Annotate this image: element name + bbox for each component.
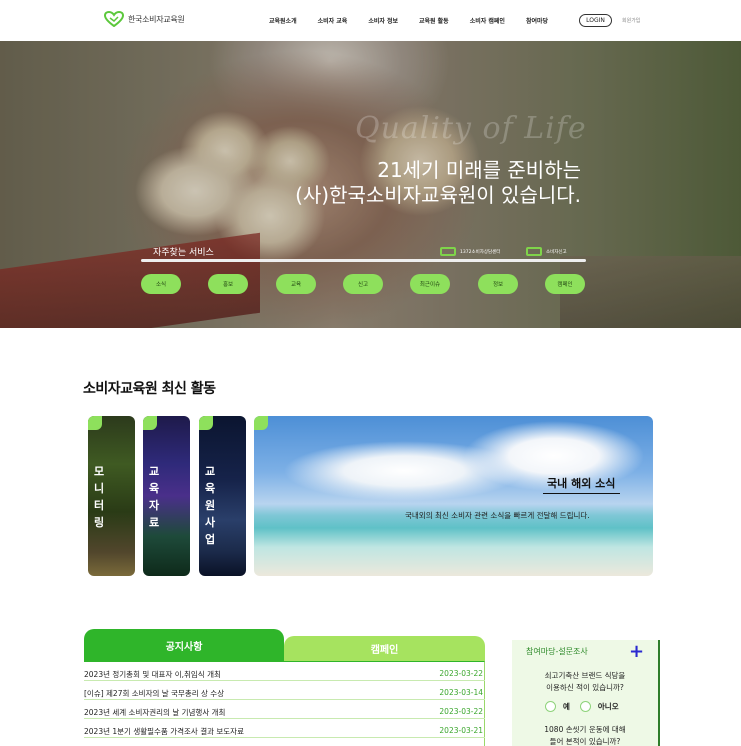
site-header: 한국소비자교육원 교육원소개 소비자 교육 소비자 정보 교육원 활동 소비자 …: [0, 0, 741, 41]
tag-icon: [526, 247, 542, 256]
option-yes-label: 예: [563, 702, 570, 711]
heart-logo-icon: [104, 11, 124, 27]
notice-title: 2023년 정기총회 및 대표자 이,취임식 개최: [84, 670, 221, 679]
card-corner-tab: [254, 416, 268, 430]
activity-card-projects[interactable]: 교육원사업: [199, 416, 246, 576]
login-button[interactable]: LOGIN: [579, 14, 612, 27]
card-label: 교육원사업: [204, 465, 216, 546]
quick-button-promo[interactable]: 홍보: [208, 274, 248, 294]
survey-question-1-line2: 이용하신 적이 있습니까?: [546, 683, 624, 692]
card-corner-tab: [88, 416, 102, 430]
nav-item-education[interactable]: 소비자 교육: [318, 16, 348, 25]
survey-question-2-line2: 들어 본적이 있습니까?: [549, 737, 621, 746]
survey-question-2: 1080 손씻기 운동에 대해 들어 본적이 있습니까?: [512, 724, 658, 746]
site-logo[interactable]: 한국소비자교육원: [104, 11, 185, 27]
join-link[interactable]: 회원가입: [622, 17, 640, 24]
card-label: 교육자료: [148, 465, 160, 529]
logo-text: 한국소비자교육원: [128, 14, 185, 24]
quick-button-education[interactable]: 교육: [276, 274, 316, 294]
list-item[interactable]: 2023년 정기총회 및 대표자 이,취임식 개최 2023-03-22: [84, 662, 485, 681]
quick-button-info[interactable]: 정보: [478, 274, 518, 294]
quick-button-campaign[interactable]: 캠페인: [545, 274, 585, 294]
tab-notices[interactable]: 공지사항: [84, 629, 284, 661]
nav-item-about[interactable]: 교육원소개: [269, 16, 297, 25]
radio-no[interactable]: [579, 701, 591, 712]
notice-title: 2023년 세계 소비자권리의 날 기념행사 개최: [84, 708, 226, 717]
featured-underline: [543, 493, 620, 494]
nav-item-activities[interactable]: 교육원 활동: [419, 16, 449, 25]
survey-title: 참여마당-설문조사: [526, 647, 588, 656]
notice-date: 2023-03-14: [439, 688, 483, 697]
link-consumer-center[interactable]: 1372소비자상담센터: [440, 247, 500, 256]
featured-description: 국내외의 최신 소비자 관련 소식을 빠르게 전달해 드립니다.: [405, 511, 590, 520]
services-divider: [141, 259, 586, 262]
link-consumer-report[interactable]: 소비자신고: [526, 247, 567, 256]
nav-item-info[interactable]: 소비자 정보: [368, 16, 398, 25]
notice-title: 2023년 1분기 생활필수품 가격조사 결과 보도자료: [84, 727, 244, 736]
tab-campaign[interactable]: 캠페인: [284, 636, 485, 661]
activity-section-title: 소비자교육원 최신 활동: [83, 381, 216, 397]
quick-button-news[interactable]: 소식: [141, 274, 181, 294]
survey-question-2-line1: 1080 손씻기 운동에 대해: [544, 725, 626, 734]
hero-title-line2: (사)한국소비자교육원이 있습니다.: [295, 183, 581, 207]
list-item[interactable]: [이슈] 제27회 소비자의 날 국무총리 상 수상 2023-03-14: [84, 681, 485, 700]
survey-question-1: 쇠고기축산 브랜드 식당을 이용하신 적이 있습니까?: [512, 670, 658, 694]
survey-options: 예 아니오: [545, 701, 619, 712]
notice-date: 2023-03-22: [439, 707, 483, 716]
featured-title: 국내 해외 소식: [547, 477, 616, 490]
notice-title: [이슈] 제27회 소비자의 날 국무총리 상 수상: [84, 689, 225, 698]
nav-item-campaign[interactable]: 소비자 캠페인: [470, 16, 505, 25]
radio-yes[interactable]: [545, 701, 556, 712]
option-no-label: 아니오: [597, 702, 619, 711]
nav-item-participation[interactable]: 참여마당: [526, 16, 548, 25]
survey-question-1-line1: 쇠고기축산 브랜드 식당을: [544, 671, 626, 680]
plus-icon[interactable]: +: [629, 641, 644, 662]
notice-date: 2023-03-22: [439, 669, 483, 678]
card-label: 모니터링: [93, 465, 105, 529]
activity-card-materials[interactable]: 교육자료: [143, 416, 190, 576]
main-nav: 교육원소개 소비자 교육 소비자 정보 교육원 활동 소비자 캠페인 참여마당: [269, 16, 569, 25]
activity-card-news[interactable]: 국내 해외 소식 국내외의 최신 소비자 관련 소식을 빠르게 전달해 드립니다…: [254, 416, 653, 576]
quick-button-report[interactable]: 신고: [343, 274, 383, 294]
link-consumer-center-label: 1372소비자상담센터: [460, 249, 501, 255]
hero-script-text: Quality of Life: [355, 111, 587, 146]
quick-button-issues[interactable]: 최근이슈: [410, 274, 450, 294]
notice-date: 2023-03-21: [439, 726, 483, 735]
tag-icon: [440, 247, 456, 256]
notice-list: 2023년 정기총회 및 대표자 이,취임식 개최 2023-03-22 [이슈…: [84, 661, 485, 746]
activity-card-monitoring[interactable]: 모니터링: [88, 416, 135, 576]
list-item[interactable]: 2023년 1분기 생활필수품 가격조사 결과 보도자료 2023-03-21: [84, 719, 485, 738]
hero-banner: Quality of Life 21세기 미래를 준비하는 (사)한국소비자교육…: [0, 41, 741, 328]
link-consumer-report-label: 소비자신고: [546, 249, 567, 255]
survey-panel: 참여마당-설문조사 + 쇠고기축산 브랜드 식당을 이용하신 적이 있습니까? …: [512, 640, 660, 746]
list-item[interactable]: 2023년 세계 소비자권리의 날 기념행사 개최 2023-03-22: [84, 700, 485, 719]
card-corner-tab: [199, 416, 213, 430]
services-label: 자주찾는 서비스: [153, 248, 214, 258]
card-corner-tab: [143, 416, 157, 430]
